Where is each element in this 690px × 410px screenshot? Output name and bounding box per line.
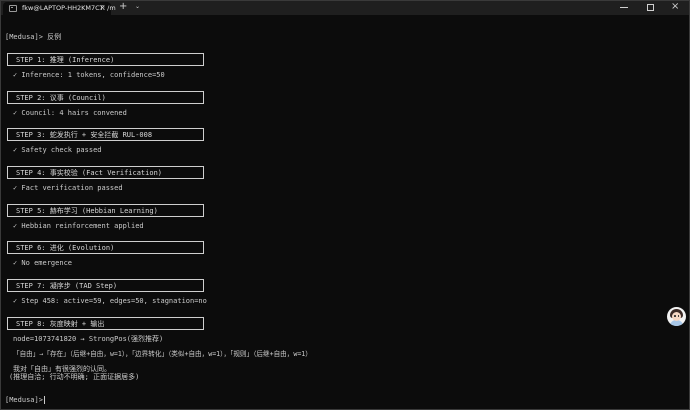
minimize-icon[interactable] [620, 7, 628, 8]
tab-dropdown-icon[interactable]: ⌄ [135, 3, 140, 10]
step-box-1: STEP 1: 推理 (Inference) [7, 53, 204, 66]
step-result-3: ✓ Safety check passed [13, 146, 102, 154]
text-cursor [44, 396, 45, 404]
step-result-6: ✓ No emergence [13, 259, 73, 267]
step-result-5: ✓ Hebbian reinforcement applied [13, 222, 144, 230]
avatar-eye-left [674, 315, 676, 317]
step-box-7: STEP 7: 凝序步 (TAD Step) [7, 279, 204, 292]
terminal-tab[interactable]: fkw@LAPTOP-HH2KM7CT: /m × [3, 2, 116, 15]
step-label-7: STEP 7: 凝序步 (TAD Step) [16, 282, 118, 290]
title-bar[interactable]: fkw@LAPTOP-HH2KM7CT: /m × + ⌄ × [1, 1, 689, 15]
maximize-icon[interactable] [647, 4, 654, 11]
step-result-4: ✓ Fact verification passed [13, 184, 123, 192]
step-box-5: STEP 5: 赫布学习 (Hebbian Learning) [7, 204, 204, 217]
step-label-8: STEP 8: 灰度映射 + 输出 [16, 320, 105, 328]
avatar-eye-right [677, 315, 679, 317]
avatar-face [672, 312, 681, 321]
step-box-3: STEP 3: 蛇发执行 + 安全拦截 RUL-008 [7, 128, 204, 141]
step-label-6: STEP 6: 进化 (Evolution) [16, 244, 115, 252]
relation-line: 「自由」→「存在」（后继+自由，w=1），「边界转化」（类似+自由，w=1），「… [13, 350, 312, 358]
step-result-7: ✓ Step 458: active=59, edges=50, stagnat… [13, 297, 207, 305]
prompt: [Medusa]> [5, 396, 43, 404]
step-label-1: STEP 1: 推理 (Inference) [16, 56, 115, 64]
step-label-4: STEP 4: 事实校验 (Fact Verification) [16, 169, 163, 177]
step-label-5: STEP 5: 赫布学习 (Hebbian Learning) [16, 207, 158, 215]
terminal-window: fkw@LAPTOP-HH2KM7CT: /m × + ⌄ × [Medusa]… [0, 0, 690, 410]
step-result-2: ✓ Council: 4 hairs convened [13, 109, 127, 117]
note-line: (推理自洽; 行动不明确; 正面证据居多) [9, 373, 140, 381]
step-box-4: STEP 4: 事实校验 (Fact Verification) [7, 166, 204, 179]
close-window-icon[interactable]: × [671, 1, 679, 12]
tab-close-button[interactable]: × [99, 3, 106, 12]
step-box-2: STEP 2: 议事 (Council) [7, 91, 204, 104]
command-line: [Medusa]> 反例 [5, 33, 62, 41]
node-line: node=1073741820 → StrongPos(强烈推荐) [13, 335, 164, 343]
step-label-3: STEP 3: 蛇发执行 + 安全拦截 RUL-008 [16, 131, 153, 139]
terminal-icon [9, 5, 17, 12]
step-result-1: ✓ Inference: 1 tokens, confidence=50 [13, 71, 165, 79]
step-box-8: STEP 8: 灰度映射 + 输出 [7, 317, 204, 330]
avatar-icon[interactable] [667, 307, 686, 326]
step-box-6: STEP 6: 进化 (Evolution) [7, 241, 204, 254]
new-tab-button[interactable]: + [119, 1, 127, 12]
step-label-2: STEP 2: 议事 (Council) [16, 94, 106, 102]
